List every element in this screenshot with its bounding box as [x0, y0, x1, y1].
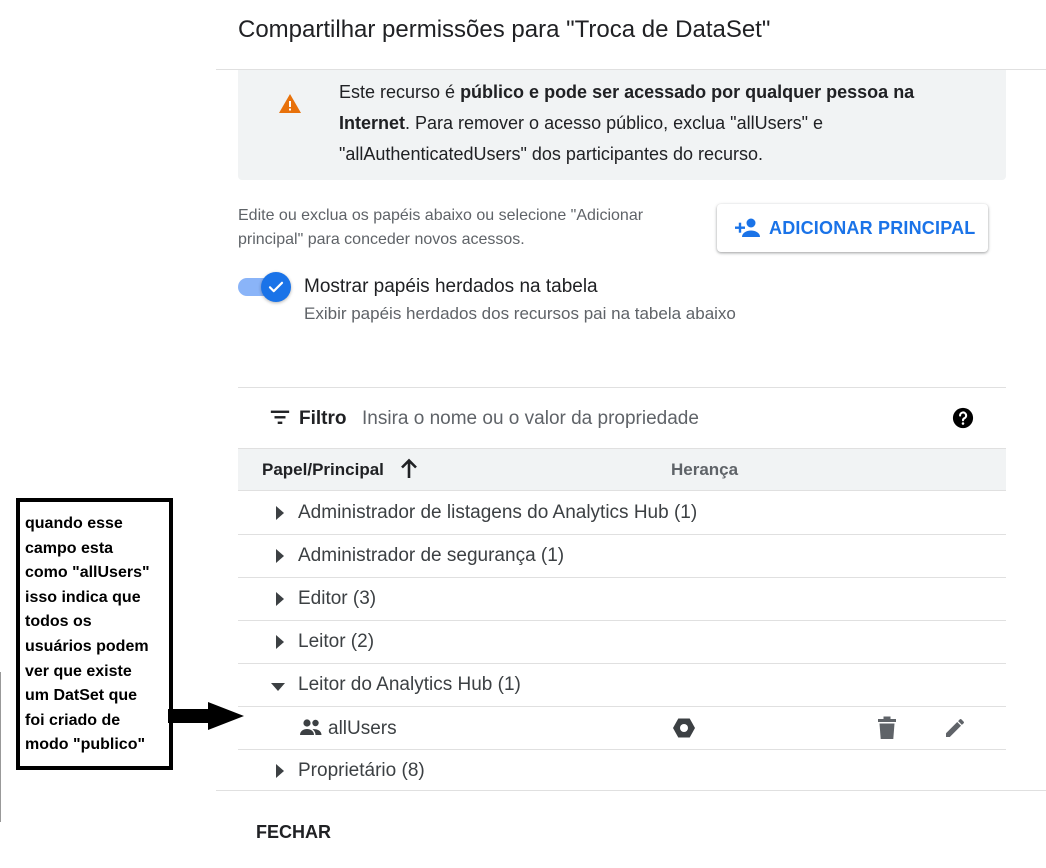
filter-input[interactable]: [362, 406, 922, 432]
caret-right-icon[interactable]: [274, 763, 286, 779]
toggle-sublabel: Exibir papéis herdados dos recursos pai …: [304, 304, 736, 323]
close-button[interactable]: FECHAR: [248, 814, 339, 851]
role-label: Administrador de listagens do Analytics …: [298, 502, 698, 523]
annotation-line: todos os: [25, 613, 92, 631]
role-row[interactable]: Proprietário (8): [238, 750, 1006, 793]
annotation-line: como "allUsers": [25, 564, 150, 582]
warning-text: Este recurso é público e pode ser acessa…: [339, 77, 979, 170]
filter-icon: [270, 410, 290, 424]
footer-divider: [216, 790, 1046, 791]
edge-artifact: [0, 672, 2, 822]
role-label: Leitor do Analytics Hub (1): [298, 674, 521, 695]
annotation-line: ver que existe: [25, 662, 132, 680]
annotation-line: modo "publico": [25, 736, 146, 754]
role-row[interactable]: Leitor (2): [238, 621, 1006, 664]
toggle-label: Mostrar papéis herdados na tabela: [304, 276, 598, 297]
toggle-knob: [261, 272, 291, 302]
filter-bar: Filtro: [238, 387, 1006, 449]
caret-right-icon[interactable]: [274, 548, 286, 564]
annotation-line: foi criado de: [25, 711, 121, 729]
caret-right-icon[interactable]: [274, 505, 286, 521]
roles-description: Edite ou exclua os papéis abaixo ou sele…: [238, 207, 644, 248]
table-header: Papel/Principal Herança: [238, 449, 1006, 491]
filter-label: Filtro: [299, 408, 347, 429]
member-name: allUsers: [328, 718, 397, 739]
annotation-line: um DatSet que: [25, 687, 138, 705]
role-row[interactable]: Administrador de segurança (1): [238, 535, 1006, 578]
role-row[interactable]: Editor (3): [238, 578, 1006, 621]
public-warning-banner: Este recurso é público e pode ser acessa…: [238, 70, 1006, 180]
annotation-arrow-icon: [168, 702, 244, 730]
annotation-line: isso indica que: [25, 588, 141, 606]
column-header-inheritance: Herança: [671, 460, 739, 479]
dialog-title: Compartilhar permissões para "Troca de D…: [238, 16, 771, 43]
member-row: allUsers: [238, 707, 1006, 750]
person-add-icon: [735, 218, 760, 237]
check-icon: [268, 281, 284, 293]
annotation-line: campo esta: [25, 539, 114, 557]
role-label: Administrador de segurança (1): [298, 545, 565, 566]
caret-right-icon[interactable]: [274, 591, 286, 607]
sort-ascending-icon[interactable]: [399, 458, 419, 480]
annotation-line: usuários podem: [25, 637, 149, 655]
add-principal-button[interactable]: ADICIONAR PRINCIPAL: [717, 204, 988, 252]
column-header-role[interactable]: Papel/Principal: [262, 460, 384, 480]
role-label: Proprietário (8): [298, 760, 425, 781]
edit-icon[interactable]: [943, 716, 967, 740]
role-label: Editor (3): [298, 588, 377, 609]
trash-icon[interactable]: [876, 716, 898, 740]
warning-icon: [279, 94, 301, 113]
inherited-roles-toggle[interactable]: [238, 272, 294, 302]
add-principal-label: ADICIONAR PRINCIPAL: [769, 217, 976, 238]
annotation-text: quando esse campo esta como "allUsers" i…: [25, 512, 165, 758]
role-label: Leitor (2): [298, 631, 375, 652]
annotation-line: quando esse: [25, 515, 123, 532]
caret-down-icon[interactable]: [270, 681, 286, 693]
annotation-box: quando esse campo esta como "allUsers" i…: [16, 498, 173, 770]
caret-right-icon[interactable]: [274, 634, 286, 650]
role-row[interactable]: Administrador de listagens do Analytics …: [238, 492, 1006, 535]
warning-text-suffix: . Para remover o acesso público, exclua …: [339, 113, 823, 164]
hexagon-icon: [673, 718, 695, 738]
warning-text-prefix: Este recurso é: [339, 82, 461, 102]
role-row-expanded[interactable]: Leitor do Analytics Hub (1): [238, 664, 1006, 707]
help-icon[interactable]: [952, 407, 974, 429]
people-icon: [300, 719, 322, 735]
